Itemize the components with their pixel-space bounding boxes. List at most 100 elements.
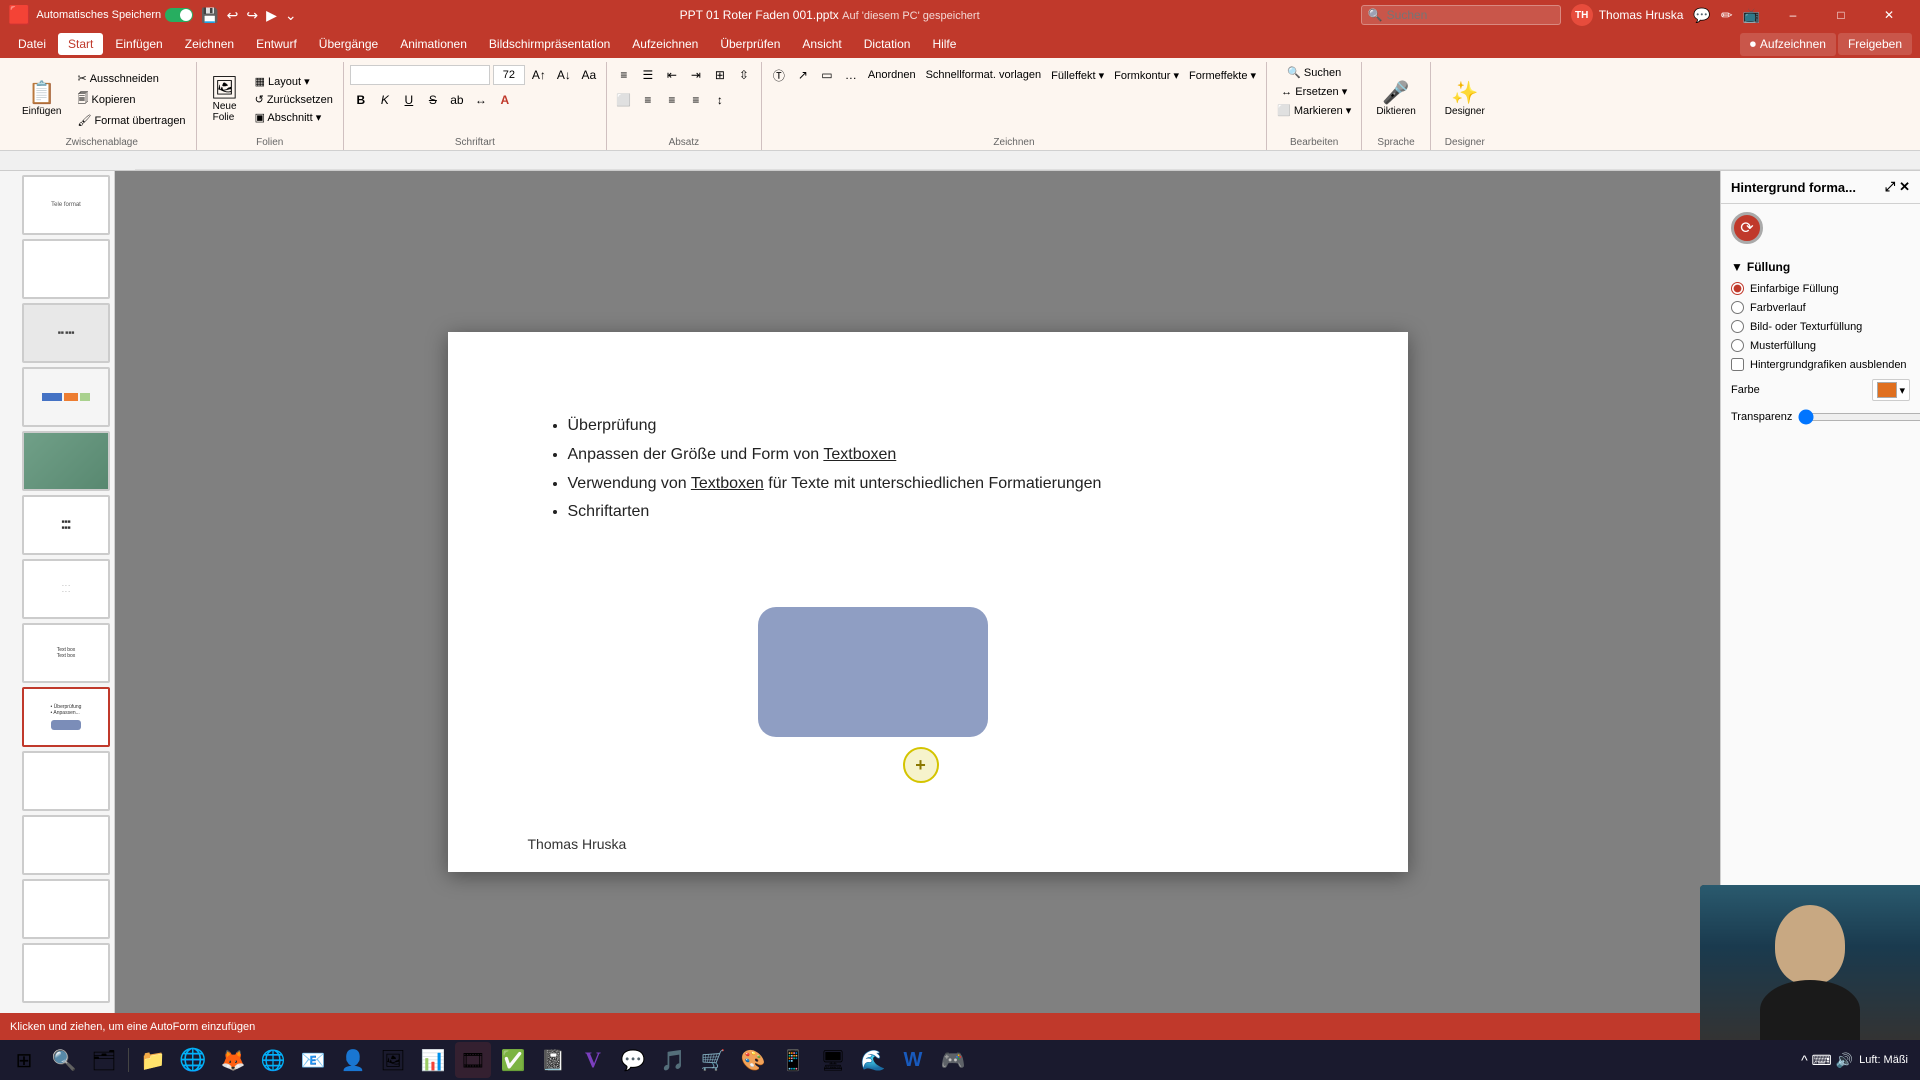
slide-thumb-59[interactable]: • Überprüfung • Anpassen... — [22, 687, 110, 747]
minimize-button[interactable]: – — [1770, 0, 1816, 30]
undo-icon[interactable]: ↩ — [225, 5, 241, 26]
panel-expand-icon[interactable]: ⤢ — [1885, 179, 1895, 195]
option-farbverlauf[interactable]: Farbverlauf — [1731, 301, 1910, 314]
files-icon[interactable]: 📁 — [135, 1042, 171, 1078]
firefox-icon[interactable]: 🦊 — [215, 1042, 251, 1078]
diktieren-button[interactable]: 🎤 Diktieren — [1368, 78, 1423, 121]
radio-einfarbig[interactable] — [1731, 282, 1744, 295]
transparenz-slider[interactable] — [1798, 409, 1920, 425]
font-size-input[interactable] — [493, 65, 525, 85]
menu-aufzeichnen[interactable]: Aufzeichnen — [622, 33, 708, 55]
phone-icon[interactable]: 📱 — [775, 1042, 811, 1078]
taskview-icon[interactable]: 🗂 — [86, 1042, 122, 1078]
shape-more[interactable]: … — [840, 64, 862, 86]
slide-thumb-53[interactable]: ■■ ■■■ — [22, 303, 110, 363]
slide-thumb-60[interactable] — [22, 751, 110, 811]
canvas-area[interactable]: Überprüfung Anpassen der Größe und Form … — [115, 171, 1720, 1013]
abschnitt-button[interactable]: ▣ Abschnitt ▾ — [251, 109, 337, 126]
color-circle[interactable]: ⟳ — [1731, 212, 1763, 244]
slide-thumb-57[interactable]: · · ·· · · — [22, 559, 110, 619]
shape-rect[interactable]: ▭ — [816, 64, 838, 86]
slides-panel[interactable]: 51 Tele format 52 53 ■■ ■■■ 54 — [0, 171, 115, 1013]
font-decrease-button[interactable]: A↓ — [553, 64, 575, 86]
v-icon[interactable]: V — [575, 1042, 611, 1078]
format-uebertragen-button[interactable]: 🖌 Format übertragen — [73, 112, 189, 129]
mail-icon[interactable]: 📧 — [295, 1042, 331, 1078]
teams-icon[interactable]: 💬 — [615, 1042, 651, 1078]
slide-thumb-51[interactable]: Tele format — [22, 175, 110, 235]
zuruecksetzen-button[interactable]: ↺ Zurücksetzen — [251, 91, 337, 108]
slide-thumb-63[interactable] — [22, 943, 110, 1003]
fuellung-title[interactable]: ▼ Füllung — [1731, 260, 1910, 274]
radio-farbverlauf[interactable] — [1731, 301, 1744, 314]
stream-icon[interactable]: 🌊 — [855, 1042, 891, 1078]
slide-canvas[interactable]: Überprüfung Anpassen der Größe und Form … — [448, 332, 1408, 872]
menu-entwurf[interactable]: Entwurf — [246, 33, 307, 55]
suchen-button[interactable]: 🔍 Suchen — [1283, 64, 1345, 81]
present-icon[interactable]: ▶ — [264, 5, 279, 26]
slide-thumb-62[interactable] — [22, 879, 110, 939]
arrange-button[interactable]: Anordnen — [864, 67, 920, 83]
menu-zeichnen[interactable]: Zeichnen — [175, 33, 244, 55]
strikethrough-button[interactable]: S — [422, 89, 444, 111]
spotify-icon[interactable]: 🎵 — [655, 1042, 691, 1078]
ppt-icon[interactable]: 🎞 — [455, 1042, 491, 1078]
radio-bild-textur[interactable] — [1731, 320, 1744, 333]
present-icon2[interactable]: 📺 — [1743, 7, 1760, 24]
font-increase-button[interactable]: A↑ — [528, 64, 550, 86]
paint-icon[interactable]: 🎨 — [735, 1042, 771, 1078]
neue-folie-button[interactable]: 🖼 NeueFolie — [203, 73, 247, 127]
menu-dictation[interactable]: Dictation — [854, 33, 921, 55]
ersetzen-button[interactable]: ↔ Ersetzen ▾ — [1277, 83, 1351, 100]
char-spacing-button[interactable]: ↔ — [470, 89, 492, 111]
search-input[interactable] — [1387, 8, 1527, 22]
more-icon[interactable]: ⌄ — [283, 5, 299, 26]
font-color-button[interactable]: A — [494, 89, 516, 111]
menu-aufzeichnen-right[interactable]: ⏺ Aufzeichnen — [1740, 33, 1836, 56]
store-icon[interactable]: 🛒 — [695, 1042, 731, 1078]
align-left-button[interactable]: ⬜ — [613, 89, 635, 111]
designer-button[interactable]: ✨ Designer — [1437, 78, 1493, 121]
menu-bildschirm[interactable]: Bildschirmpräsentation — [479, 33, 620, 55]
redo-icon[interactable]: ↪ — [244, 5, 260, 26]
browser-icon[interactable]: 🌐 — [175, 1042, 211, 1078]
underline-button[interactable]: U — [398, 89, 420, 111]
option-muster[interactable]: Musterfüllung — [1731, 339, 1910, 352]
menu-animationen[interactable]: Animationen — [390, 33, 477, 55]
close-button[interactable]: ✕ — [1866, 0, 1912, 30]
menu-einfuegen[interactable]: Einfügen — [105, 33, 172, 55]
slide-thumb-55[interactable] — [22, 431, 110, 491]
blue-shape[interactable] — [758, 607, 988, 737]
autosave-toggle[interactable]: Automatisches Speichern — [36, 8, 193, 22]
share-icon[interactable]: 💬 — [1693, 7, 1710, 24]
option-einfarbig[interactable]: Einfarbige Füllung — [1731, 282, 1910, 295]
italic-button[interactable]: K — [374, 89, 396, 111]
layout-button[interactable]: ▦ Layout ▾ — [251, 73, 337, 90]
settings-icon[interactable]: 🖥 — [815, 1042, 851, 1078]
line-spacing-button[interactable]: ↕ — [709, 89, 731, 111]
text-direction-button[interactable]: ⇳ — [733, 64, 755, 86]
autosave-pill[interactable] — [165, 8, 193, 22]
checkbox-hintergrundgrafiken[interactable] — [1731, 358, 1744, 371]
chrome-icon[interactable]: 🌐 — [255, 1042, 291, 1078]
font-clear-button[interactable]: Aa — [578, 64, 600, 86]
shadow-button[interactable]: ab — [446, 89, 468, 111]
menu-start[interactable]: Start — [58, 33, 103, 55]
align-right-button[interactable]: ≡ — [661, 89, 683, 111]
panel-close-icon[interactable]: ✕ — [1899, 179, 1910, 195]
menu-ansicht[interactable]: Ansicht — [792, 33, 851, 55]
office-icon[interactable]: 📊 — [415, 1042, 451, 1078]
numbering-button[interactable]: ☰ — [637, 64, 659, 86]
search-box[interactable]: 🔍 — [1361, 5, 1561, 25]
search-taskbar-icon[interactable]: 🔍 — [46, 1042, 82, 1078]
shape-text[interactable]: Ⓣ — [768, 64, 790, 86]
option-hintergrundgrafiken[interactable]: Hintergrundgrafiken ausblenden — [1731, 358, 1910, 371]
people-icon[interactable]: 👤 — [335, 1042, 371, 1078]
effect-button[interactable]: Formeffekte ▾ — [1185, 67, 1260, 84]
kopieren-button[interactable]: 🗐 Kopieren — [73, 88, 189, 111]
farbe-swatch-button[interactable]: ▾ — [1872, 379, 1910, 401]
save-icon[interactable]: 💾 — [199, 5, 220, 26]
radio-muster[interactable] — [1731, 339, 1744, 352]
justify-button[interactable]: ≡ — [685, 89, 707, 111]
columns-button[interactable]: ⊞ — [709, 64, 731, 86]
